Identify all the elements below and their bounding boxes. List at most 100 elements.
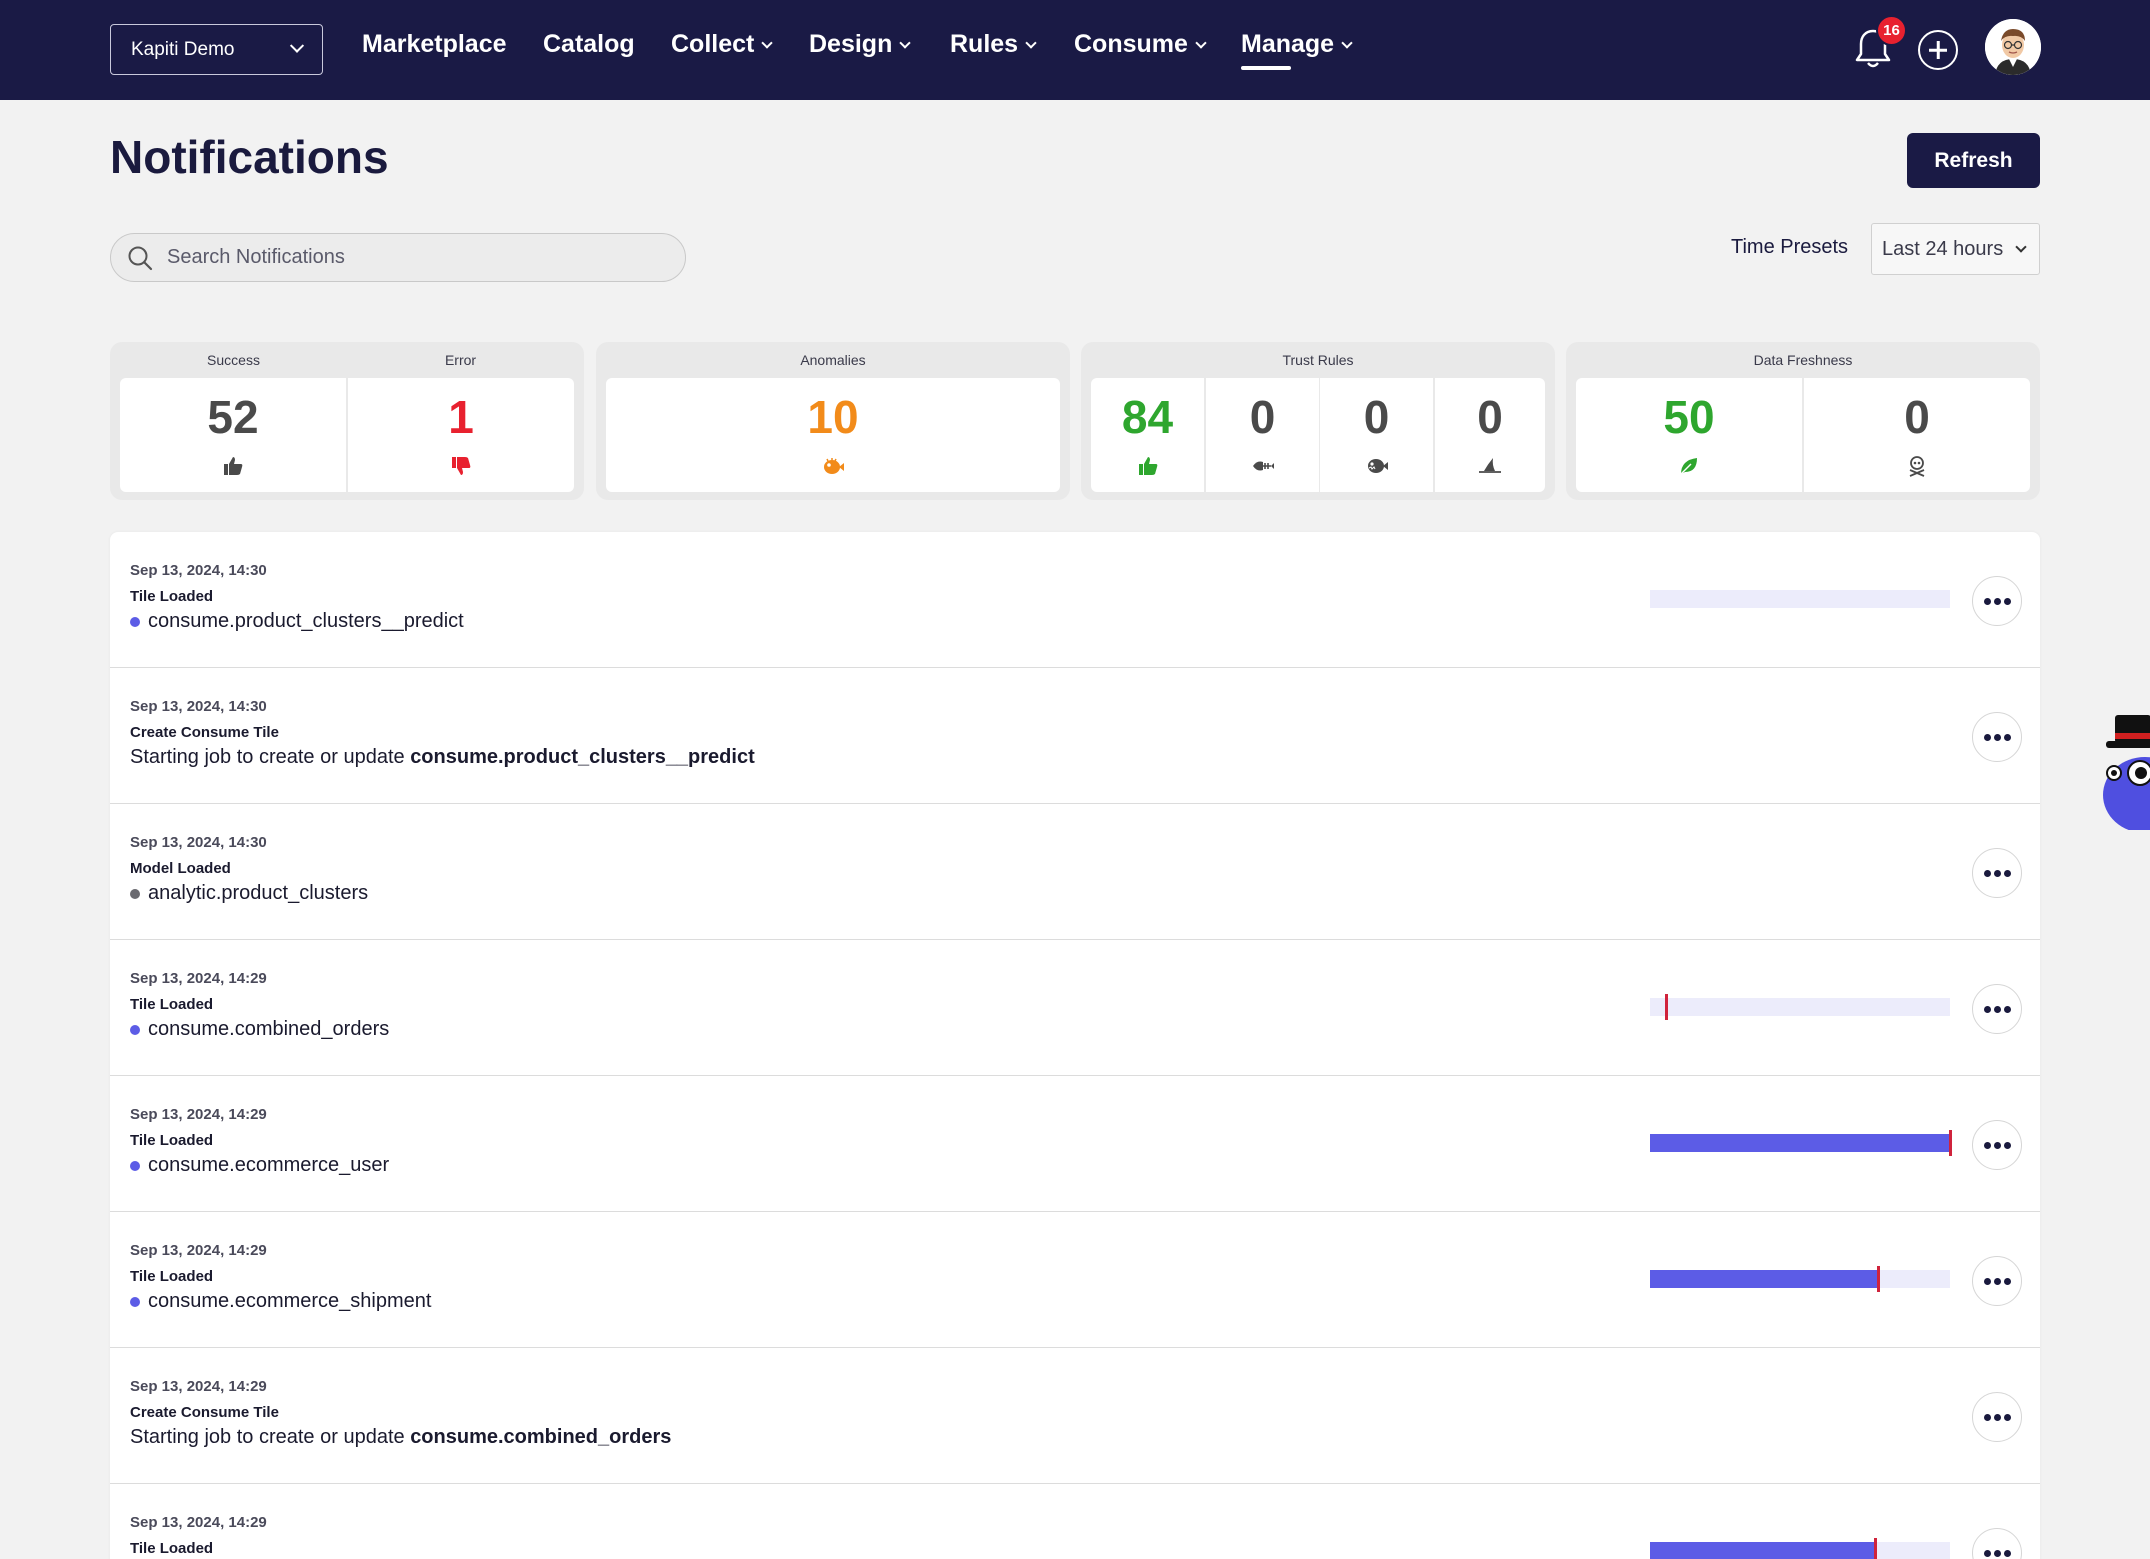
notification-list: Sep 13, 2024, 14:30 Tile Loaded consume.… [110, 532, 2040, 1559]
trust-rules-piranha-stat[interactable]: 0 [1320, 378, 1433, 492]
fresh-stat[interactable]: 50 [1576, 378, 1802, 492]
load-progress-fill [1650, 1134, 1950, 1152]
notification-body: Starting job to create or update consume… [130, 746, 755, 769]
notification-title: Create Consume Tile [130, 724, 279, 741]
trust-rules-label: Trust Rules [1282, 352, 1354, 368]
notification-target[interactable]: consume.combined_orders [410, 1426, 671, 1449]
load-progress-bar [1650, 1538, 1950, 1559]
notification-body: consume.product_clusters__predict [130, 610, 464, 633]
notification-title: Tile Loaded [130, 588, 214, 605]
more-options-button[interactable] [1972, 712, 2022, 762]
more-options-button[interactable] [1972, 1256, 2022, 1306]
chevron-down-icon [1195, 37, 1207, 49]
status-dot [130, 888, 140, 899]
notification-body: consume.ecommerce_shipment [130, 1290, 431, 1313]
chevron-down-icon [2015, 241, 2027, 253]
status-dot [130, 616, 140, 627]
anomalies-panel: Anomalies 10 [596, 342, 1070, 500]
notification-body: consume.ecommerce_user [130, 1154, 389, 1177]
notification-row[interactable]: Sep 13, 2024, 14:29 Tile Loaded consume.… [110, 1076, 2040, 1212]
trust-rules-passed-count: 84 [1121, 391, 1174, 443]
trust-rules-passed-stat[interactable]: 84 [1091, 378, 1204, 492]
notification-target[interactable]: consume.product_clusters__predict [410, 746, 755, 769]
load-progress-marker [1665, 994, 1668, 1020]
nav-collect[interactable]: Collect [671, 30, 774, 70]
more-options-button[interactable] [1972, 576, 2022, 626]
notification-timestamp: Sep 13, 2024, 14:29 [130, 970, 267, 987]
chevron-down-icon [1025, 37, 1037, 49]
workspace-selector[interactable]: Kapiti Demo [110, 24, 323, 75]
notification-message: Starting job to create or update [130, 746, 411, 768]
search-input[interactable] [167, 246, 647, 269]
success-stat[interactable]: 52 [120, 378, 346, 492]
notification-target[interactable]: consume.product_clusters__predict [148, 610, 464, 633]
notification-timestamp: Sep 13, 2024, 14:29 [130, 1106, 267, 1123]
pufferfish-icon [824, 458, 844, 474]
notification-row[interactable]: Sep 13, 2024, 14:30 Model Loaded analyti… [110, 804, 2040, 940]
data-freshness-panel: Data Freshness 50 0 [1566, 342, 2040, 500]
notification-target[interactable]: consume.ecommerce_shipment [148, 1290, 431, 1313]
refresh-button[interactable]: Refresh [1907, 133, 2040, 188]
notification-title: Tile Loaded [130, 1132, 214, 1149]
page-title: Notifications [110, 131, 389, 183]
top-navigation-bar: Kapiti Demo Marketplace Catalog Collect … [0, 0, 2150, 100]
search-field[interactable] [110, 233, 686, 282]
chevron-down-icon [1341, 37, 1353, 49]
assistant-mascot[interactable] [2100, 715, 2150, 830]
anomalies-stat[interactable]: 10 [606, 378, 1060, 492]
nav-rules[interactable]: Rules [950, 30, 1037, 70]
anomalies-label: Anomalies [800, 352, 866, 368]
more-options-button[interactable] [1972, 1528, 2022, 1559]
more-options-button[interactable] [1972, 984, 2022, 1034]
notification-title: Tile Loaded [130, 1268, 214, 1285]
nav-manage[interactable]: Manage [1241, 30, 1353, 70]
chevron-down-icon [761, 37, 774, 49]
nav-design[interactable]: Design [809, 30, 912, 70]
notification-row[interactable]: Sep 13, 2024, 14:29 Tile Loaded consume.… [110, 1212, 2040, 1348]
load-progress-bar [1650, 994, 1950, 1020]
nav-marketplace[interactable]: Marketplace [362, 30, 507, 70]
trust-rules-shark-stat[interactable]: 0 [1435, 378, 1545, 492]
more-options-button[interactable] [1972, 1120, 2022, 1170]
notification-row[interactable]: Sep 13, 2024, 14:29 Tile Loaded [110, 1484, 2040, 1559]
notification-row[interactable]: Sep 13, 2024, 14:29 Create Consume Tile … [110, 1348, 2040, 1484]
time-presets-select[interactable]: Last 24 hours [1871, 223, 2040, 275]
notification-target[interactable]: consume.ecommerce_user [148, 1154, 389, 1177]
load-progress-bar [1650, 1266, 1950, 1292]
shark-fin-icon [1479, 458, 1501, 473]
thumbs-up-icon [1138, 457, 1157, 475]
nav-consume[interactable]: Consume [1074, 30, 1207, 70]
notification-body: consume.combined_orders [130, 1018, 389, 1041]
notification-row[interactable]: Sep 13, 2024, 14:29 Tile Loaded consume.… [110, 940, 2040, 1076]
notification-target[interactable]: consume.combined_orders [148, 1018, 389, 1041]
thumbs-up-icon [224, 457, 243, 475]
fresh-count: 50 [1663, 391, 1715, 443]
notification-target[interactable]: analytic.product_clusters [148, 882, 368, 905]
notification-title: Tile Loaded [130, 1540, 214, 1557]
trust-rules-fish-stat[interactable]: 0 [1206, 378, 1319, 492]
error-label: Error [444, 352, 477, 368]
status-dot [130, 1024, 140, 1035]
more-options-button[interactable] [1972, 848, 2022, 898]
load-progress-bar [1650, 1130, 1952, 1156]
load-progress-fill [1650, 1542, 1874, 1559]
more-options-button[interactable] [1972, 1392, 2022, 1442]
notification-count-badge: 16 [1876, 15, 1907, 46]
add-icon[interactable] [1918, 30, 1958, 70]
notification-title: Create Consume Tile [130, 1404, 279, 1421]
notification-row[interactable]: Sep 13, 2024, 14:30 Tile Loaded consume.… [110, 532, 2040, 668]
status-dot [130, 1160, 140, 1171]
notification-row[interactable]: Sep 13, 2024, 14:30 Create Consume Tile … [110, 668, 2040, 804]
avatar[interactable] [1985, 19, 2041, 75]
success-error-panel: Success Error 52 1 [110, 342, 584, 500]
error-stat[interactable]: 1 [348, 378, 574, 492]
load-progress-marker [1949, 1130, 1952, 1156]
success-label: Success [207, 352, 260, 368]
stale-stat[interactable]: 0 [1804, 378, 2030, 492]
anomalies-count: 10 [807, 391, 859, 443]
nav-catalog[interactable]: Catalog [543, 30, 635, 70]
workspace-name: Kapiti Demo [131, 38, 235, 60]
notification-timestamp: Sep 13, 2024, 14:30 [130, 834, 267, 851]
trust-rules-fish-count: 0 [1249, 391, 1276, 443]
load-progress-bar [1650, 590, 1950, 608]
